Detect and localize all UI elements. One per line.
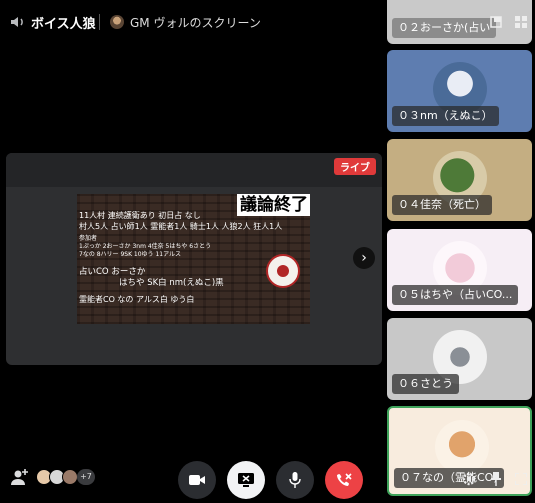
grid-icon[interactable] [515,16,527,28]
call-controls-bar: +7 [0,455,384,503]
participant-label: ０２おーさか(占い [392,18,497,38]
participant-tile[interactable]: ０３nm（えぬこ） [387,50,532,132]
leave-call-button[interactable] [325,461,363,499]
screen-line: 7なの 8ハリー 9SK 10ゆう 11アルス [79,251,182,258]
pin-icon[interactable] [490,472,502,486]
add-person-icon[interactable] [11,468,29,486]
participant-tile[interactable]: ０５はちや（占いCO... [387,229,532,311]
camera-button[interactable] [178,461,216,499]
stop-screen-share-button[interactable] [227,461,265,499]
fullscreen-icon[interactable] [515,473,527,485]
screen-title: 議論終了 [237,194,310,216]
participant-label: ０５はちや（占いCO... [392,285,519,305]
screen-line: 村人5人 占い師1人 霊能者1人 騎士1人 人狼2人 狂人1人 [79,222,283,231]
microphone-button[interactable] [276,461,314,499]
stream-header [6,153,382,187]
channel-name[interactable]: ボイス人狼 [31,13,96,32]
screen-line: 1ぷっか 2おーさか 3nm 4佳奈 5はちや 6さとう [79,243,212,250]
header-divider [99,14,100,30]
screen-line: 参加者 [79,235,98,242]
shared-screen-video[interactable]: 議論終了 11人村 連続護衛あり 初日占 なし 村人5人 占い師1人 霊能者1人… [77,194,310,324]
screen-share-stream[interactable]: ライブ 議論終了 11人村 連続護衛あり 初日占 なし 村人5人 占い師1人 霊… [6,153,382,365]
live-badge: ライブ [334,158,376,175]
participant-label: ０６さとう [392,374,459,394]
participant-label: ０７なの（霊能CO) [394,468,504,488]
screen-line: 11人村 連続護衛あり 初日占 なし [79,211,201,220]
streamer-avatar [110,15,124,29]
screen-line: 占いCO おーさか [79,267,146,277]
chevron-right-icon[interactable]: › [353,247,375,269]
screen-line: はちや SK白 nm(えぬこ)黒 [119,278,224,288]
stream-title: GM ヴォルのスクリーン [130,16,261,30]
participant-tile[interactable]: ０４佳奈（死亡） [387,139,532,221]
avatar [62,469,78,485]
extra-members-count: +7 [77,469,95,485]
speaker-icon [11,17,23,27]
camera-icon [189,475,205,485]
phone-hangup-icon [337,473,352,486]
stamp-logo [266,254,300,288]
participant-tile[interactable]: ０２おーさか(占い [387,0,532,44]
member-avatars[interactable]: +7 [36,469,95,485]
stop-screen-share-icon [238,473,254,487]
microphone-icon [289,472,301,488]
gear-icon[interactable] [462,472,476,486]
top-bar: ボイス人狼 GM ヴォルのスクリーン [0,0,384,44]
avatar [435,420,489,474]
participant-label: ０４佳奈（死亡） [392,195,492,215]
participant-tile-speaking[interactable]: ０７なの（霊能CO) [387,406,532,496]
participant-tile[interactable]: ０６さとう [387,318,532,400]
participant-label: ０３nm（えぬこ） [392,106,499,126]
screen-line: 霊能者CO なの アルス白 ゆう白 [79,295,195,304]
popout-icon[interactable] [490,16,502,28]
